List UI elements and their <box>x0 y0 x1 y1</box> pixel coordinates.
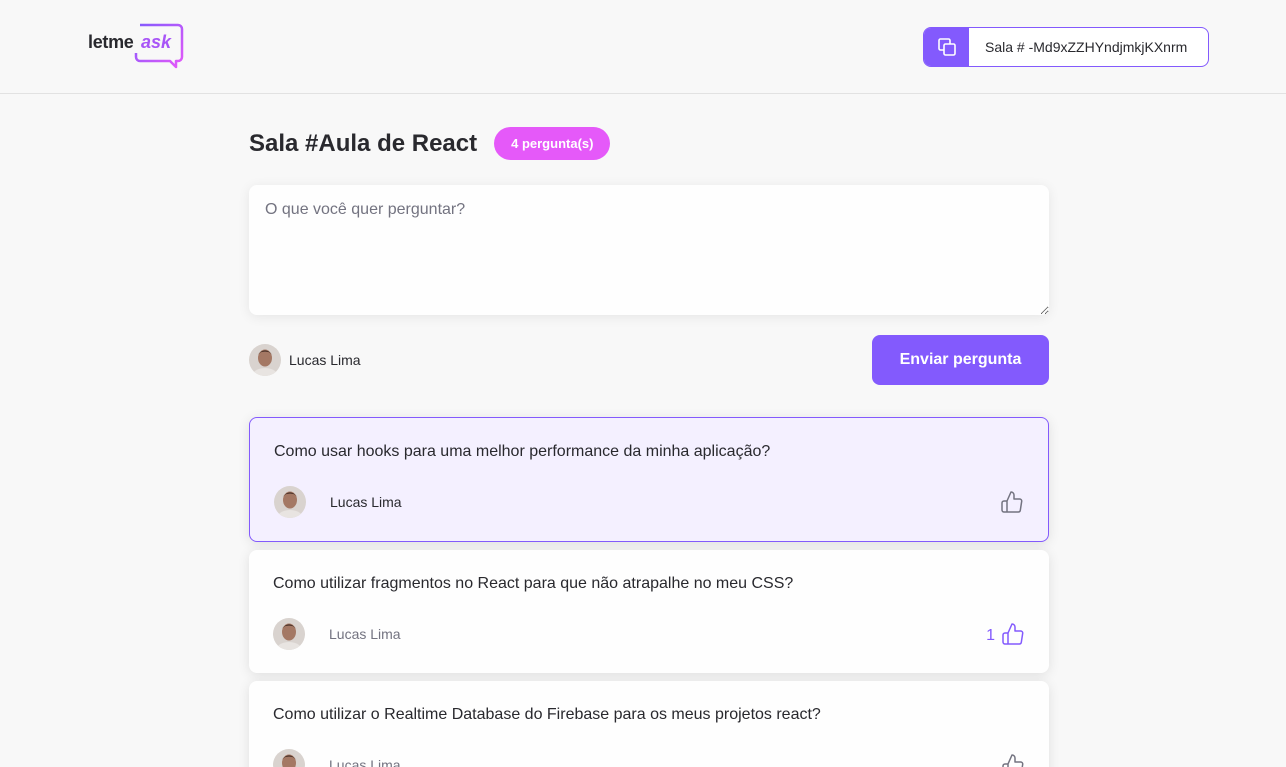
thumbs-up-icon <box>1002 754 1024 767</box>
question-footer: Lucas Lima 1 <box>273 618 1025 650</box>
question-content: Como utilizar o Realtime Database do Fir… <box>273 706 821 723</box>
question-footer: Lucas Lima <box>273 749 1025 767</box>
author-name: Lucas Lima <box>330 494 402 510</box>
page-title: Sala #Aula de React <box>249 129 478 157</box>
room-code-text: Sala # -Md9xZZHYndjmkjKXnrm <box>985 39 1188 55</box>
app-header: letme ask Sala # -Md9xZZHYndjmkjKXnrm <box>0 0 1286 94</box>
logo-text-letme: letme <box>88 32 134 52</box>
avatar <box>274 486 306 518</box>
thumbs-up-icon <box>1002 623 1024 645</box>
avatar <box>273 618 305 650</box>
question-count-badge: 4 pergunta(s) <box>494 127 611 160</box>
question-input[interactable] <box>249 185 1049 315</box>
room-title-row: Sala #Aula de React 4 pergunta(s) <box>249 127 611 160</box>
question-content: Como usar hooks para uma melhor performa… <box>274 443 771 460</box>
question-card: Como usar hooks para uma melhor performa… <box>249 417 1049 542</box>
copy-icon <box>937 38 956 56</box>
author-name: Lucas Lima <box>329 626 401 642</box>
question-author: Lucas Lima <box>274 486 402 518</box>
like-button[interactable] <box>994 490 1024 514</box>
send-question-button[interactable]: Enviar pergunta <box>872 335 1049 385</box>
question-card: Como utilizar o Realtime Database do Fir… <box>249 681 1049 767</box>
author-name: Lucas Lima <box>329 757 401 767</box>
question-footer: Lucas Lima <box>274 486 1024 518</box>
user-info: Lucas Lima <box>249 344 361 376</box>
avatar <box>273 749 305 767</box>
thumbs-up-icon <box>1001 491 1023 513</box>
letmeask-logo[interactable]: letme ask <box>88 23 184 69</box>
copy-button[interactable] <box>924 28 969 66</box>
like-button[interactable]: 1 <box>986 622 1025 646</box>
question-card: Como utilizar fragmentos no React para q… <box>249 550 1049 673</box>
user-name: Lucas Lima <box>289 352 361 368</box>
question-author: Lucas Lima <box>273 749 401 767</box>
logo-text-ask: ask <box>141 32 172 52</box>
room-code-button[interactable]: Sala # -Md9xZZHYndjmkjKXnrm <box>923 27 1209 67</box>
like-count: 1 <box>986 627 995 644</box>
question-content: Como utilizar fragmentos no React para q… <box>273 575 794 592</box>
question-form-footer: Lucas Lima Enviar pergunta <box>249 335 1049 385</box>
avatar <box>249 344 281 376</box>
like-button[interactable] <box>995 753 1025 767</box>
question-author: Lucas Lima <box>273 618 401 650</box>
